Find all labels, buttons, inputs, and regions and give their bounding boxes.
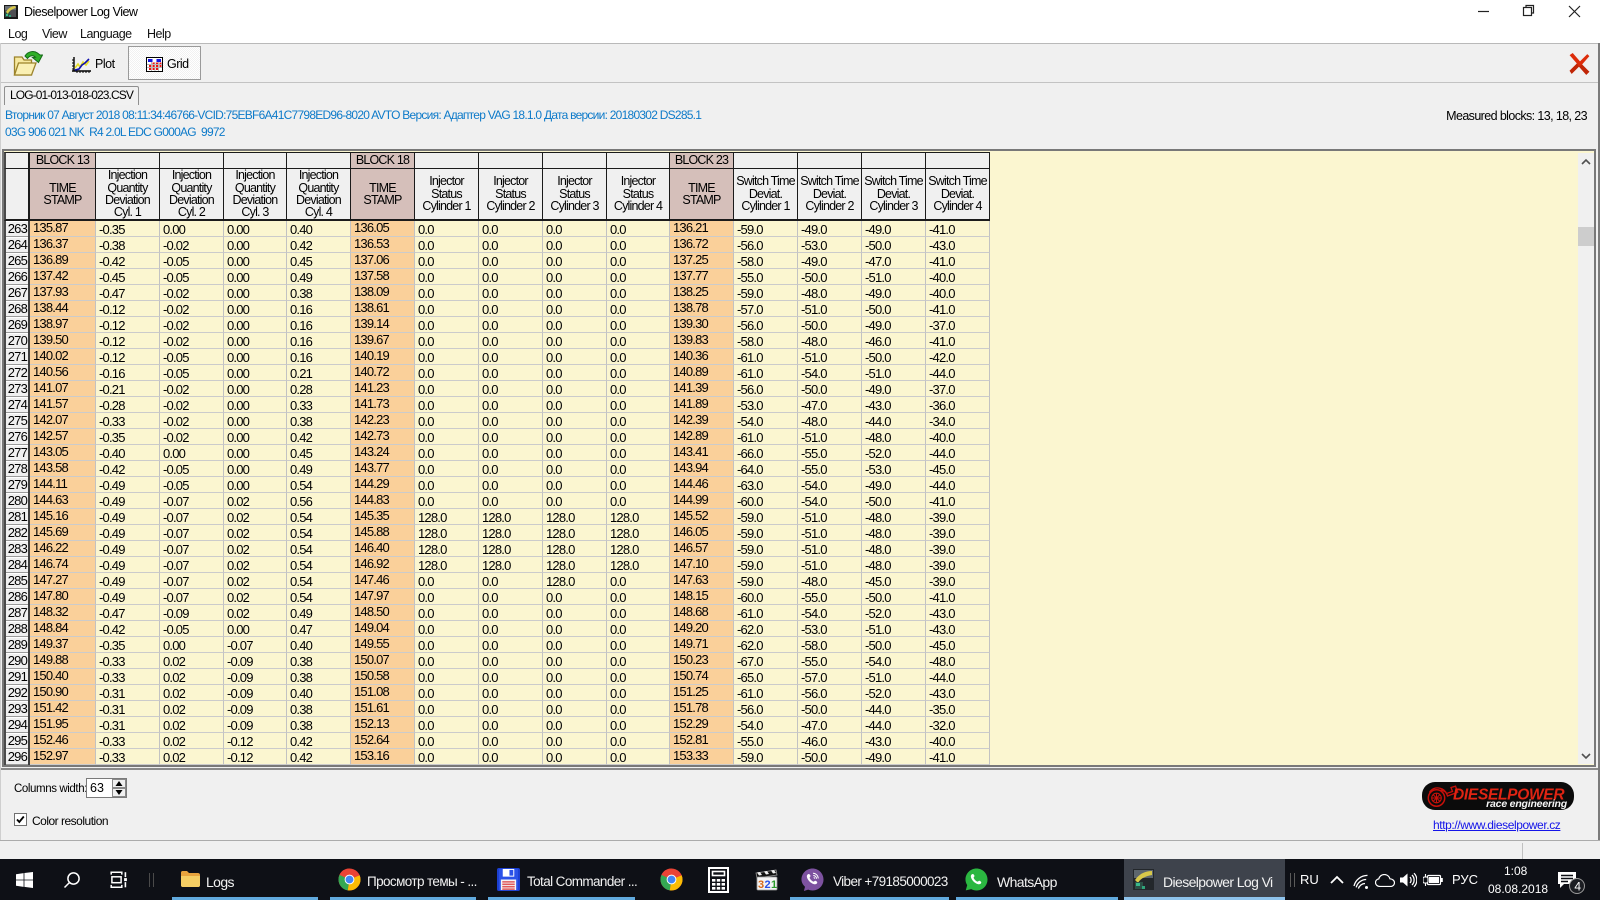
svg-text:4: 4 (1574, 880, 1581, 894)
svg-text:2: 2 (765, 879, 771, 891)
svg-text:race engineering: race engineering (1486, 798, 1568, 810)
svg-text:1: 1 (771, 879, 777, 891)
svg-text:3: 3 (758, 879, 764, 891)
